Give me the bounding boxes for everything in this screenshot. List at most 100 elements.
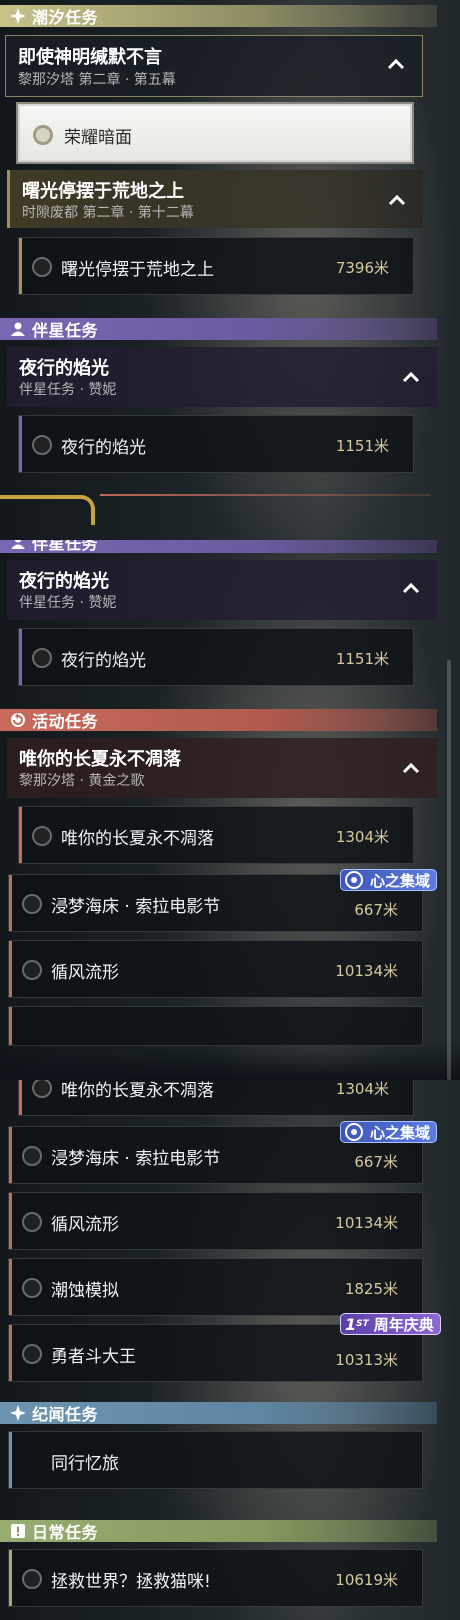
track-accent bbox=[19, 416, 22, 472]
track-accent bbox=[9, 875, 12, 931]
badge-label: 周年庆典 bbox=[373, 1315, 434, 1334]
chevron-up-icon[interactable] bbox=[401, 367, 421, 387]
scrollbar[interactable] bbox=[447, 660, 451, 1080]
quest-header-q2[interactable]: 曙光停摆于荒地之上 时隙废都 第二章 · 第十二幕 bbox=[7, 170, 423, 228]
quest-step-selected[interactable]: 荣耀暗面 bbox=[18, 104, 412, 162]
step-distance: 1304米 bbox=[335, 828, 389, 846]
quest-subtitle: 伴星任务 · 赞妮 bbox=[19, 595, 117, 611]
quest-name: 循风流形 bbox=[51, 963, 119, 983]
refresh-icon bbox=[9, 712, 27, 728]
quest-step[interactable]: 夜行的焰光 1151米 bbox=[18, 415, 414, 473]
quest-subtitle: 黎那汐塔 · 黄金之歌 bbox=[19, 773, 145, 789]
quest-title: 唯你的长夏永不凋落 bbox=[19, 749, 181, 770]
chevron-up-icon[interactable] bbox=[386, 54, 406, 74]
screenshot-panel-3: 唯你的长夏永不凋落 1304米 浸梦海床 · 索拉电影节 667米 心之集域 循… bbox=[0, 1080, 460, 1620]
track-accent bbox=[19, 1080, 22, 1115]
quest-step[interactable]: 唯你的长夏永不凋落 1304米 bbox=[18, 806, 414, 864]
quest-title: 夜行的焰光 bbox=[19, 571, 109, 592]
step-status-icon bbox=[22, 894, 42, 914]
quest-name: 浸梦海床 · 索拉电影节 bbox=[51, 897, 221, 917]
quest-name: 拯救世界？拯救猫咪! bbox=[51, 1572, 211, 1592]
track-accent bbox=[9, 1325, 12, 1381]
quest-name: 循风流形 bbox=[51, 1215, 119, 1235]
track-accent bbox=[9, 1550, 12, 1606]
step-status-icon bbox=[32, 1080, 52, 1098]
quest-header[interactable]: 唯你的长夏永不凋落 黎那汐塔 · 黄金之歌 bbox=[7, 738, 437, 798]
quest-step[interactable]: 曙光停摆于荒地之上 7396米 bbox=[18, 237, 414, 295]
alert-box-icon bbox=[9, 1523, 27, 1539]
quest-subtitle: 黎那汐塔 第二章 · 第五幕 bbox=[18, 72, 176, 88]
step-status-icon bbox=[22, 960, 42, 980]
event-badge-heart: 心之集域 bbox=[340, 869, 438, 891]
step-status-icon bbox=[22, 1569, 42, 1589]
badge-label: 心之集域 bbox=[370, 1123, 431, 1142]
step-distance: 7396米 bbox=[335, 259, 389, 277]
step-distance: 1151米 bbox=[335, 437, 389, 455]
track-accent bbox=[19, 238, 22, 294]
quest-header[interactable]: 夜行的焰光 伴星任务 · 赞妮 bbox=[7, 560, 437, 620]
quest-name: 潮蚀模拟 bbox=[51, 1281, 119, 1301]
quest-subtitle: 时隙废都 第二章 · 第十二幕 bbox=[22, 205, 194, 221]
track-accent bbox=[9, 1127, 12, 1183]
quest-item[interactable]: 循风流形 10134米 bbox=[8, 940, 423, 998]
sparkle-icon bbox=[9, 1405, 27, 1421]
divider-line bbox=[100, 494, 430, 496]
step-name: 唯你的长夏永不凋落 bbox=[61, 1081, 214, 1101]
step-status-icon bbox=[32, 826, 52, 846]
quest-item[interactable]: 潮蚀模拟 1825米 bbox=[8, 1258, 423, 1316]
chevron-up-icon[interactable] bbox=[401, 578, 421, 598]
step-name: 唯你的长夏永不凋落 bbox=[61, 829, 214, 849]
event-badge-anniversary: 1 ST 周年庆典 bbox=[340, 1313, 441, 1335]
step-status-icon bbox=[22, 1344, 42, 1364]
quest-item[interactable]: 循风流形 10134米 bbox=[8, 1192, 423, 1250]
step-status-icon bbox=[32, 257, 52, 277]
category-chronicle-header[interactable]: 纪闻任务 bbox=[0, 1402, 437, 1424]
category-tide-header[interactable]: 潮汐任务 bbox=[0, 5, 437, 27]
chevron-up-icon[interactable] bbox=[387, 190, 407, 210]
screenshot-panel-2: 伴星任务 夜行的焰光 伴星任务 · 赞妮 夜行的焰光 1151米 活动任务 唯你… bbox=[0, 540, 460, 1080]
category-event-header[interactable]: 活动任务 bbox=[0, 709, 437, 731]
quest-distance: 10134米 bbox=[335, 962, 398, 980]
badge-label: 心之集域 bbox=[370, 871, 431, 890]
scroll-fade bbox=[0, 1040, 460, 1080]
quest-distance: 10134米 bbox=[335, 1214, 398, 1232]
quest-name: 同行忆旅 bbox=[51, 1454, 119, 1474]
category-companion-header[interactable]: 伴星任务 bbox=[0, 318, 437, 340]
step-name: 荣耀暗面 bbox=[64, 128, 132, 148]
track-accent bbox=[9, 1193, 12, 1249]
quest-name: 勇者斗大王 bbox=[51, 1347, 136, 1367]
screenshot-panel-1: 潮汐任务 即使神明缄默不言 黎那汐塔 第二章 · 第五幕 荣耀暗面 曙光停摆于荒… bbox=[0, 0, 460, 540]
quest-title: 即使神明缄默不言 bbox=[18, 47, 162, 68]
quest-distance: 667米 bbox=[354, 1153, 398, 1171]
quest-distance: 667米 bbox=[354, 901, 398, 919]
quest-header-q3[interactable]: 夜行的焰光 伴星任务 · 赞妮 bbox=[7, 347, 437, 407]
quest-title: 夜行的焰光 bbox=[19, 358, 109, 379]
quest-item[interactable]: 同行忆旅 bbox=[8, 1431, 423, 1489]
step-name: 夜行的焰光 bbox=[61, 651, 146, 671]
track-accent bbox=[19, 807, 22, 863]
category-daily-header[interactable]: 日常任务 bbox=[0, 1520, 437, 1542]
track-accent bbox=[9, 941, 12, 997]
category-companion-header[interactable]: 伴星任务 bbox=[0, 540, 437, 553]
quest-header-q1[interactable]: 即使神明缄默不言 黎那汐塔 第二章 · 第五幕 bbox=[5, 35, 423, 97]
quest-step[interactable]: 夜行的焰光 1151米 bbox=[18, 628, 414, 686]
step-status-icon bbox=[22, 1212, 42, 1232]
swirl-icon bbox=[341, 869, 367, 891]
chevron-up-icon[interactable] bbox=[401, 758, 421, 778]
step-status-icon bbox=[32, 435, 52, 455]
step-status-icon bbox=[22, 1146, 42, 1166]
quest-distance: 10313米 bbox=[335, 1351, 398, 1369]
step-status-icon bbox=[32, 648, 52, 668]
step-status-icon bbox=[22, 1278, 42, 1298]
track-accent bbox=[19, 629, 22, 685]
category-label: 活动任务 bbox=[32, 712, 99, 731]
swirl-icon bbox=[341, 1121, 367, 1143]
step-distance: 1151米 bbox=[335, 650, 389, 668]
quest-distance: 10619米 bbox=[335, 1571, 398, 1589]
step-distance: 1304米 bbox=[335, 1080, 389, 1098]
track-accent bbox=[9, 1432, 12, 1488]
step-status-icon bbox=[33, 125, 53, 145]
quest-step[interactable]: 唯你的长夏永不凋落 1304米 bbox=[18, 1080, 414, 1116]
track-accent bbox=[9, 1259, 12, 1315]
quest-item[interactable]: 拯救世界？拯救猫咪! 10619米 bbox=[8, 1549, 423, 1607]
